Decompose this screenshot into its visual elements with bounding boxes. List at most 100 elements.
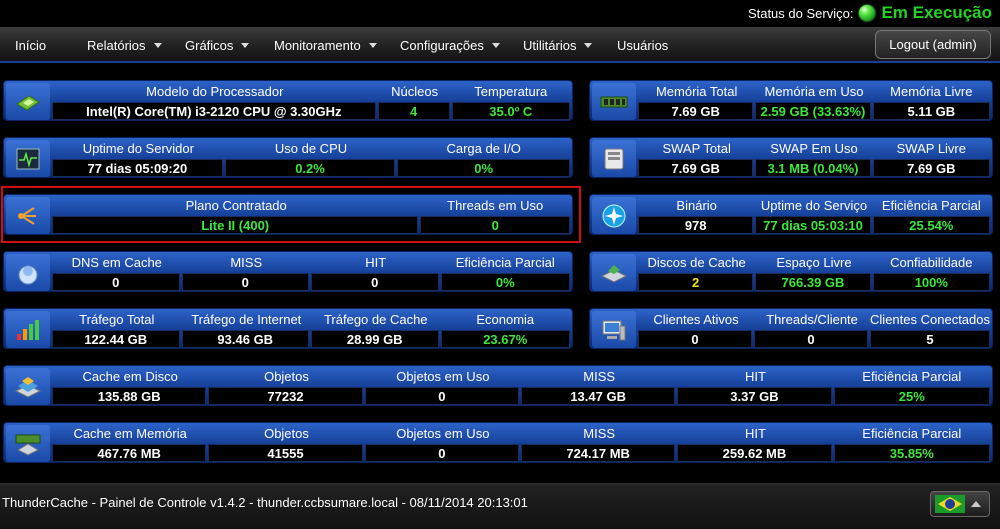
stat-cell: Clientes Conectados 5 — [870, 309, 990, 350]
stat-header: Tráfego Total — [79, 312, 155, 327]
stat-value: 25% — [833, 387, 990, 405]
stat-header: Objetos em Uso — [396, 369, 490, 384]
chevron-down-icon — [491, 43, 500, 48]
sparkle-orb-icon — [592, 197, 636, 234]
chevron-up-icon — [971, 501, 981, 507]
stat-value: 3.37 GB — [677, 387, 832, 405]
stat-cell: Threads/Cliente 0 — [754, 309, 870, 350]
chevron-down-icon — [368, 43, 377, 48]
stat-value: 3.1 MB (0.04%) — [755, 159, 871, 177]
footer: ThunderCache - Painel de Controle v1.4.2… — [0, 483, 1000, 529]
stat-value: 35.0º C — [451, 102, 570, 120]
stat-cell: Memória Livre 5.11 GB — [872, 81, 990, 122]
logout-button[interactable]: Logout (admin) — [875, 30, 991, 59]
nav-item-usuarios[interactable]: Usuários — [617, 38, 668, 53]
panel-traffic: Tráfego Total 122.44 GB Tráfego de Interne… — [3, 308, 573, 349]
stat-value: 7.69 GB — [872, 159, 990, 177]
stat-header: Binário — [676, 198, 717, 213]
stat-header: Eficiência Parcial — [455, 255, 555, 270]
stat-header: Objetos — [264, 426, 309, 441]
stat-header: Clientes Ativos — [653, 312, 739, 327]
nav-label: Utilitários — [523, 38, 577, 53]
stat-cell: Uptime do Serviço 77 dias 05:03:10 — [755, 195, 872, 236]
nav-item-relatorios[interactable]: Relatórios — [87, 38, 162, 53]
nav-label: Configurações — [400, 38, 484, 53]
stat-header: HIT — [365, 255, 387, 270]
disk-stack-icon — [6, 368, 50, 405]
stat-header: HIT — [745, 426, 766, 441]
nav-item-monitoramento[interactable]: Monitoramento — [274, 38, 377, 53]
stat-value: 467.76 MB — [52, 444, 207, 462]
stat-value: 259.62 MB — [677, 444, 832, 462]
chevron-down-icon — [584, 43, 593, 48]
stat-value: 122.44 GB — [52, 330, 180, 348]
stat-header: Eficiência Parcial — [862, 369, 962, 384]
stat-value: 0% — [397, 159, 571, 177]
stat-cell: Tráfego de Cache 28.99 GB — [311, 309, 441, 350]
bar-chart-icon — [6, 311, 50, 348]
stat-cell: Eficiência Parcial 25.54% — [872, 195, 990, 236]
panel-memory: Memória Total 7.69 GB Memória em Uso 2.59 G… — [589, 80, 993, 121]
stat-value: 0 — [754, 330, 869, 348]
stat-header: HIT — [745, 369, 766, 384]
status-label: Status do Serviço: — [747, 5, 854, 21]
nav-item-utilitarios[interactable]: Utilitários — [523, 38, 593, 53]
stat-header: SWAP Total — [662, 141, 731, 156]
stat-value: Intel(R) Core(TM) i3-2120 CPU @ 3.30GHz — [52, 102, 376, 120]
stat-cell: MISS 724.17 MB — [520, 423, 677, 464]
panel-processor: Modelo do Processador Intel(R) Core(TM) i… — [3, 80, 573, 121]
stat-cell: Objetos em Uso 0 — [364, 366, 521, 407]
stat-cell: SWAP Em Uso 3.1 MB (0.04%) — [755, 138, 872, 179]
nav-label: Início — [15, 38, 47, 53]
stat-cell: Carga de I/O 0% — [397, 138, 571, 179]
memory-cache-icon — [6, 425, 50, 462]
stat-cell: HIT 3.37 GB — [677, 366, 833, 407]
stat-header: Uso de CPU — [274, 141, 348, 156]
stat-cell: Cache em Memória 467.76 MB — [52, 423, 208, 464]
stat-value: 5 — [870, 330, 990, 348]
memory-module-icon — [592, 83, 636, 120]
stat-value: 0 — [364, 387, 519, 405]
status-led-icon — [859, 5, 876, 21]
stat-value: 2 — [638, 273, 754, 291]
stat-header: Discos de Cache — [647, 255, 746, 270]
nav-item-inicio[interactable]: Início — [15, 38, 46, 53]
panel-uptime: Uptime do Servidor 77 dias 05:09:20 Uso de… — [3, 137, 573, 178]
stat-value: 77232 — [208, 387, 363, 405]
stat-cell: MISS 0 — [181, 252, 312, 293]
stat-cell: Modelo do Processador Intel(R) Core(TM) i… — [52, 81, 378, 122]
stat-cell: Confiabilidade 100% — [872, 252, 990, 293]
chevron-down-icon — [241, 43, 250, 48]
stat-value: 0.2% — [224, 159, 396, 177]
stat-cell: Tráfego de Internet 93.46 GB — [181, 309, 312, 350]
stat-value: 28.99 GB — [311, 330, 439, 348]
stat-cell: Objetos 77232 — [208, 366, 364, 407]
stat-value: 7.69 GB — [638, 159, 754, 177]
stat-header: Núcleos — [391, 84, 439, 99]
stat-header: SWAP Em Uso — [770, 141, 858, 156]
stat-value: 0% — [440, 273, 570, 291]
stat-header: DNS em Cache — [71, 255, 162, 270]
language-selector[interactable] — [930, 491, 990, 517]
stat-cell: Uso de CPU 0.2% — [224, 138, 398, 179]
stat-cell: Espaço Livre 766.39 GB — [755, 252, 872, 293]
stat-header: Objetos — [264, 369, 309, 384]
nav-item-graficos[interactable]: Gráficos — [185, 38, 250, 53]
panel-memory-cache: Cache em Memória 467.76 MB Objetos 41555 Obj… — [3, 422, 993, 463]
stat-value: 724.17 MB — [520, 444, 676, 462]
stat-cell: Uptime do Servidor 77 dias 05:09:20 — [52, 138, 225, 179]
stat-header: MISS — [583, 369, 616, 384]
stat-value: 100% — [872, 273, 990, 291]
disk-cache-icon — [592, 254, 636, 291]
stat-header: Cache em Disco — [82, 369, 178, 384]
stat-header: Eficiência Parcial — [862, 426, 962, 441]
stat-value: 4 — [377, 102, 450, 120]
stat-header: Confiabilidade — [890, 255, 973, 270]
stat-value: 5.11 GB — [872, 102, 990, 120]
pulse-monitor-icon — [6, 140, 50, 177]
nav-item-configuracoes[interactable]: Configurações — [400, 38, 500, 53]
stat-header: Temperatura — [474, 84, 548, 99]
status-value: Em Execução — [881, 3, 992, 22]
stat-header: Threads/Cliente — [766, 312, 858, 327]
stat-cell: Eficiência Parcial 0% — [440, 252, 570, 293]
